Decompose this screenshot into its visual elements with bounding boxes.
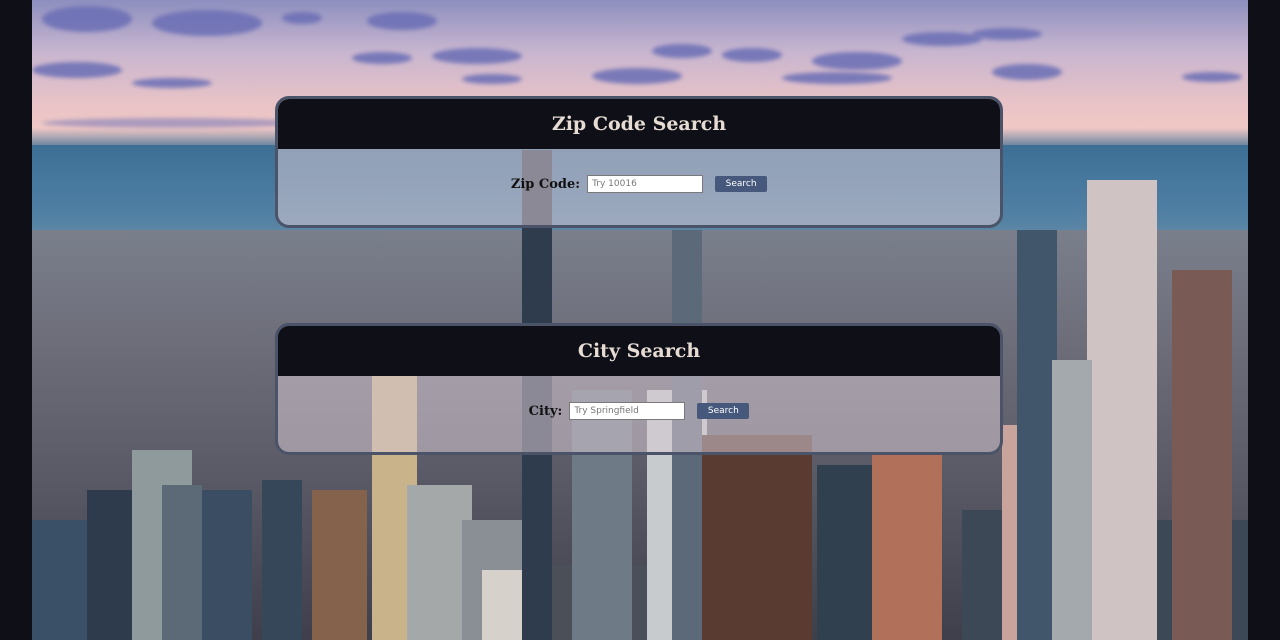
city-search-button[interactable]: Search bbox=[697, 403, 750, 419]
city-label: City: bbox=[528, 403, 563, 419]
city-search-panel: City Search City: Search bbox=[275, 323, 1003, 455]
zip-code-label: Zip Code: bbox=[510, 176, 581, 192]
city-input[interactable] bbox=[569, 402, 686, 420]
city-search-title: City Search bbox=[278, 326, 1000, 376]
zip-code-search-title: Zip Code Search bbox=[278, 99, 1000, 149]
zip-code-search-button[interactable]: Search bbox=[715, 176, 768, 192]
zip-code-search-form: Zip Code: Search bbox=[278, 149, 1000, 225]
zip-code-search-panel: Zip Code Search Zip Code: Search bbox=[275, 96, 1003, 228]
zip-code-input[interactable] bbox=[587, 175, 704, 193]
city-search-form: City: Search bbox=[278, 376, 1000, 452]
page: Zip Code Search Zip Code: Search City Se… bbox=[0, 0, 1280, 640]
